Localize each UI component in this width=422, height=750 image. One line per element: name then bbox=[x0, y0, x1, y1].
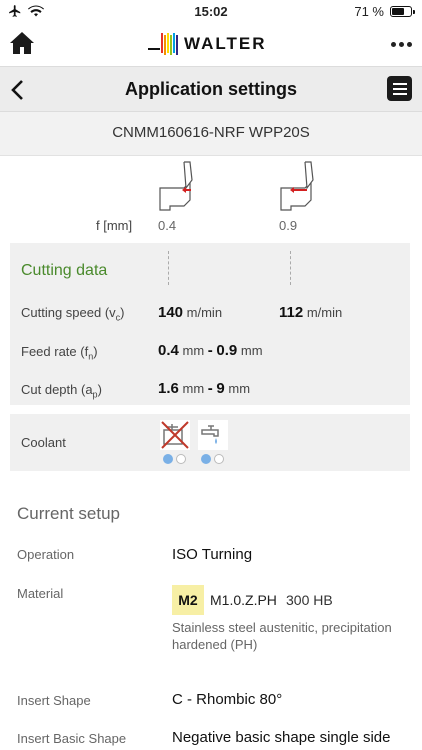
logo-bar bbox=[161, 33, 163, 53]
insert-comparison: f [mm] 0.4 0.9 bbox=[0, 156, 422, 240]
column-divider bbox=[290, 251, 291, 285]
more-options-button[interactable] bbox=[390, 34, 412, 54]
cutting-speed-value-2: 112 m/min bbox=[279, 304, 343, 321]
cutting-data-panel: Cutting data Cutting speed (vc) 140 m/mi… bbox=[10, 243, 410, 405]
insert-large-feed-icon bbox=[280, 161, 314, 211]
document-icon-line bbox=[392, 92, 407, 95]
insert-value-1: 0.4 bbox=[158, 218, 177, 233]
feed-rate-label: Feed rate (fn) bbox=[21, 344, 98, 362]
document-button[interactable] bbox=[387, 76, 412, 101]
insert-small-feed-icon bbox=[159, 161, 193, 211]
insert-shape-value[interactable]: C - Rhombic 80° bbox=[172, 691, 282, 708]
feed-label: f [mm] bbox=[96, 218, 133, 233]
logo-bar bbox=[176, 35, 178, 55]
product-name: CNMM160616-NRF WPP20S bbox=[0, 112, 422, 156]
material-description: Stainless steel austenitic, precipitatio… bbox=[172, 620, 392, 652]
no-coolant-icon[interactable] bbox=[160, 420, 190, 450]
coolant-option-dot-active[interactable] bbox=[201, 454, 211, 464]
cut-depth-value: 1.6 mm - 9 mm bbox=[158, 380, 251, 397]
walter-logo: WALTER bbox=[148, 31, 267, 57]
walter-logo-mark bbox=[148, 33, 178, 55]
insert-basic-shape-value[interactable]: Negative basic shape single side bbox=[172, 729, 390, 746]
insert-value-2: 0.9 bbox=[279, 218, 298, 233]
more-icon-dot bbox=[390, 41, 396, 47]
coolant-label: Coolant bbox=[21, 435, 66, 450]
app-top-bar: WALTER bbox=[0, 22, 422, 66]
cutting-speed-value-1: 140 m/min bbox=[158, 304, 223, 321]
more-icon-dot bbox=[406, 41, 412, 47]
material-hardness: 300 HB bbox=[286, 592, 333, 608]
operation-value[interactable]: ISO Turning bbox=[172, 546, 252, 563]
page-header: Application settings bbox=[0, 66, 422, 112]
logo-text: WALTER bbox=[184, 34, 267, 53]
operation-label: Operation bbox=[17, 547, 75, 562]
home-button[interactable] bbox=[9, 30, 35, 56]
logo-bar bbox=[164, 35, 166, 55]
more-icon-dot bbox=[398, 41, 404, 47]
coolant-tap-icon[interactable] bbox=[198, 420, 228, 450]
insert-basic-shape-label: Insert Basic Shape bbox=[17, 731, 127, 746]
cut-depth-label: Cut depth (ap) bbox=[21, 382, 102, 400]
material-group-badge: M2 bbox=[172, 585, 204, 615]
coolant-option-dot-active[interactable] bbox=[163, 454, 173, 464]
document-icon-line bbox=[392, 82, 407, 85]
logo-bar bbox=[170, 35, 172, 55]
feed-rate-value: 0.4 mm - 0.9 mm bbox=[158, 342, 263, 359]
insert-shape-label: Insert Shape bbox=[17, 693, 91, 708]
column-divider bbox=[168, 251, 169, 285]
home-icon bbox=[10, 32, 34, 54]
status-bar: 15:02 71 % bbox=[0, 0, 422, 22]
page-title: Application settings bbox=[124, 79, 297, 99]
battery-percentage: 71 % bbox=[354, 4, 384, 19]
coolant-option-dot[interactable] bbox=[176, 454, 186, 464]
material-code[interactable]: M1.0.Z.PH bbox=[210, 592, 277, 608]
current-setup-title: Current setup bbox=[17, 504, 120, 523]
logo-bar bbox=[167, 33, 169, 53]
material-label: Material bbox=[17, 586, 64, 601]
cutting-speed-label: Cutting speed (vc) bbox=[21, 305, 125, 323]
coolant-panel: Coolant bbox=[10, 414, 410, 471]
document-icon-line bbox=[392, 87, 407, 90]
status-right: 71 % bbox=[354, 4, 415, 19]
coolant-option-dot[interactable] bbox=[214, 454, 224, 464]
logo-bar bbox=[173, 33, 175, 53]
cutting-data-title: Cutting data bbox=[21, 262, 108, 279]
battery-icon bbox=[390, 6, 415, 17]
